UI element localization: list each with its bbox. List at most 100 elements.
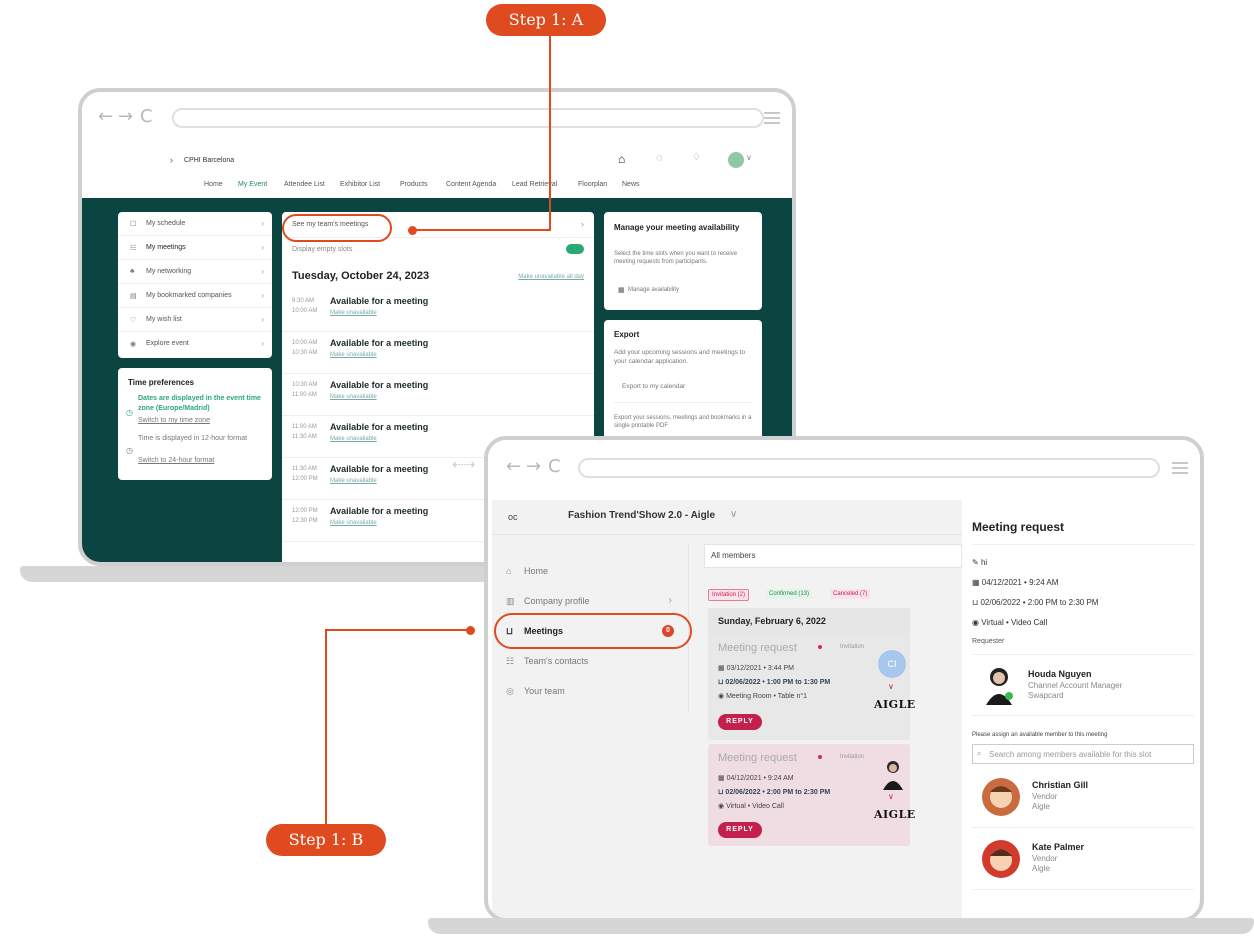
list-item[interactable]: 10:30 AM 11:00 AM Available for a meeting M… bbox=[282, 374, 594, 416]
slot-title: Available for a meeting bbox=[330, 296, 429, 306]
menu-icon[interactable] bbox=[1172, 462, 1188, 464]
chevron-down-icon[interactable]: ∨ bbox=[888, 792, 894, 801]
menu-item-home[interactable]: Home bbox=[204, 181, 223, 188]
menu-item-products[interactable]: Products bbox=[400, 181, 428, 188]
list-item[interactable]: Kate Palmer Vendor Aigle bbox=[972, 830, 1194, 890]
home-icon: ⌂ bbox=[506, 566, 512, 576]
where-row: ◉ Virtual • Video Call bbox=[972, 618, 1047, 627]
menu-item-floorplan[interactable]: Floorplan bbox=[578, 181, 607, 188]
tab-invitation[interactable]: Invitation (2) bbox=[708, 589, 750, 601]
slot-end: 10:30 AM bbox=[292, 350, 318, 356]
address-bar[interactable] bbox=[172, 108, 764, 128]
meeting-location: Meeting Room • Table n°1 bbox=[726, 693, 808, 700]
slot-start: 9:30 AM bbox=[292, 298, 315, 304]
back-icon[interactable]: ← bbox=[98, 106, 113, 127]
make-unavailable-link[interactable]: Make unavailable bbox=[330, 394, 377, 400]
members-filter[interactable]: All members bbox=[704, 544, 962, 568]
chevron-right-icon: › bbox=[261, 243, 264, 252]
chevron-down-icon[interactable]: ∨ bbox=[730, 509, 737, 520]
switch-format-link[interactable]: Switch to 24-hour format bbox=[138, 456, 214, 466]
tab-confirmed[interactable]: Confirmed (13) bbox=[766, 589, 813, 599]
menu-icon[interactable] bbox=[764, 112, 780, 114]
sidebar-item-label: My networking bbox=[146, 268, 192, 275]
where-row: ◉ Virtual • Video Call bbox=[718, 802, 784, 810]
sidebar-item-teams-contacts[interactable]: ☷ Team's contacts bbox=[492, 646, 688, 676]
sidebar-item-label: My bookmarked companies bbox=[146, 292, 232, 299]
menu-item-exhibitor-list[interactable]: Exhibitor List bbox=[340, 181, 380, 188]
make-unavailable-all-day-link[interactable]: Make unavailable all day bbox=[518, 274, 584, 280]
sidebar-item-label: My wish list bbox=[146, 316, 182, 323]
member-search-input[interactable]: ⌕ Search among members available for thi… bbox=[972, 744, 1194, 764]
slot-title: Available for a meeting bbox=[330, 464, 429, 474]
slot-end: 12:00 PM bbox=[292, 476, 318, 482]
sidebar-item-your-team[interactable]: ◎ Your team bbox=[492, 676, 688, 706]
switch-timezone-link[interactable]: Switch to my time zone bbox=[138, 416, 210, 426]
address-bar[interactable] bbox=[578, 458, 1160, 478]
detail-title: Meeting request bbox=[972, 520, 1065, 534]
reply-button[interactable]: REPLY bbox=[718, 822, 762, 838]
sidebar-item-my-meetings[interactable]: ☷ My meetings › bbox=[118, 236, 272, 260]
tab-canceled[interactable]: Canceled (7) bbox=[830, 589, 871, 599]
calendar-icon: ▦ bbox=[718, 775, 727, 782]
people-icon: ♣ bbox=[130, 268, 135, 275]
back-icon[interactable]: ← bbox=[506, 456, 521, 477]
connector-line bbox=[414, 229, 551, 231]
sidebar-item-company-profile[interactable]: ▥ Company profile › bbox=[492, 586, 688, 616]
display-empty-slots-label: Display empty slots bbox=[292, 246, 353, 253]
reload-icon[interactable]: C bbox=[140, 106, 153, 127]
sidebar-item-bookmarked-companies[interactable]: ▤ My bookmarked companies › bbox=[118, 284, 272, 308]
reply-button[interactable]: REPLY bbox=[718, 714, 762, 730]
menu-item-news[interactable]: News bbox=[622, 181, 640, 188]
divider bbox=[972, 544, 1194, 545]
list-item[interactable]: 9:30 AM 10:00 AM Available for a meeting Ma… bbox=[282, 290, 594, 332]
make-unavailable-link[interactable]: Make unavailable bbox=[330, 520, 377, 526]
export-calendar-link[interactable]: Export to my calendar bbox=[622, 382, 685, 392]
manage-availability-link[interactable]: Manage availability bbox=[628, 287, 679, 293]
compass-icon: ◉ bbox=[130, 341, 137, 348]
bell-icon[interactable]: ♢ bbox=[692, 152, 701, 163]
avatar[interactable] bbox=[728, 152, 744, 168]
make-unavailable-link[interactable]: Make unavailable bbox=[330, 478, 377, 484]
brand-logo: AIGLE bbox=[874, 808, 916, 821]
assign-label: Please assign an available member to thi… bbox=[972, 732, 1108, 738]
make-unavailable-link[interactable]: Make unavailable bbox=[330, 310, 377, 316]
avatar bbox=[880, 758, 906, 790]
chevron-down-icon[interactable]: ∨ bbox=[888, 682, 894, 691]
display-empty-slots-toggle[interactable] bbox=[566, 244, 584, 254]
menu-item-my-event[interactable]: My Event bbox=[238, 181, 267, 188]
list-item[interactable]: 10:00 AM 10:30 AM Available for a meeting M… bbox=[282, 332, 594, 374]
message-row: ✎ hi bbox=[972, 558, 987, 567]
chevron-down-icon[interactable]: ∨ bbox=[746, 153, 752, 162]
menu-item-content-agenda[interactable]: Content Agenda bbox=[446, 181, 496, 188]
chat-icon[interactable]: ◌ bbox=[656, 152, 663, 164]
sidebar-item-explore-event[interactable]: ◉ Explore event › bbox=[118, 332, 272, 356]
slot-start: 12:00 PM bbox=[292, 508, 318, 514]
requester-card[interactable]: Houda Nguyen Channel Account Manager Swa… bbox=[972, 654, 1194, 716]
forward-icon[interactable]: → bbox=[118, 106, 133, 127]
chevron-right-icon: › bbox=[261, 339, 264, 348]
meeting-time: 02/06/2022 • 1:00 PM to 1:30 PM bbox=[725, 679, 831, 686]
meeting-detail-panel: Meeting request ✎ hi ▦ 04/12/2021 • 9:24… bbox=[972, 500, 1194, 918]
sidebar-item-my-schedule[interactable]: ☐ My schedule › bbox=[118, 212, 272, 236]
availability-title: Manage your meeting availability bbox=[614, 223, 740, 232]
reload-icon[interactable]: C bbox=[548, 456, 561, 477]
calendar-icon: ▦ bbox=[618, 287, 625, 294]
list-item[interactable]: Christian Gill Vendor Aigle bbox=[972, 768, 1194, 828]
sidebar-item-my-networking[interactable]: ♣ My networking › bbox=[118, 260, 272, 284]
sidebar-item-home[interactable]: ⌂ Home bbox=[492, 556, 688, 586]
meeting-card[interactable]: Meeting request Invitation ▦ 04/12/2021 … bbox=[708, 744, 915, 846]
menu-item-attendee-list[interactable]: Attendee List bbox=[284, 181, 325, 188]
connector-line bbox=[325, 630, 327, 826]
event-name[interactable]: Fashion Trend'Show 2.0 - Aigle bbox=[568, 510, 715, 521]
make-unavailable-link[interactable]: Make unavailable bbox=[330, 352, 377, 358]
make-unavailable-link[interactable]: Make unavailable bbox=[330, 436, 377, 442]
sent-time: 03/12/2021 • 3:44 PM bbox=[726, 665, 795, 672]
slot-start: 11:30 AM bbox=[292, 466, 317, 472]
breadcrumb[interactable]: CPHI Barcelona bbox=[184, 157, 234, 164]
sidebar-item-wish-list[interactable]: ♡ My wish list › bbox=[118, 308, 272, 332]
chat-icon: ✎ bbox=[972, 558, 981, 567]
home-icon[interactable]: ⌂ bbox=[618, 152, 625, 166]
forward-icon[interactable]: → bbox=[526, 456, 541, 477]
when-row: ⊔ 02/06/2022 • 2:00 PM to 2:30 PM bbox=[718, 788, 830, 796]
meeting-card[interactable]: Meeting request Invitation ▦ 03/12/2021 … bbox=[708, 634, 915, 740]
